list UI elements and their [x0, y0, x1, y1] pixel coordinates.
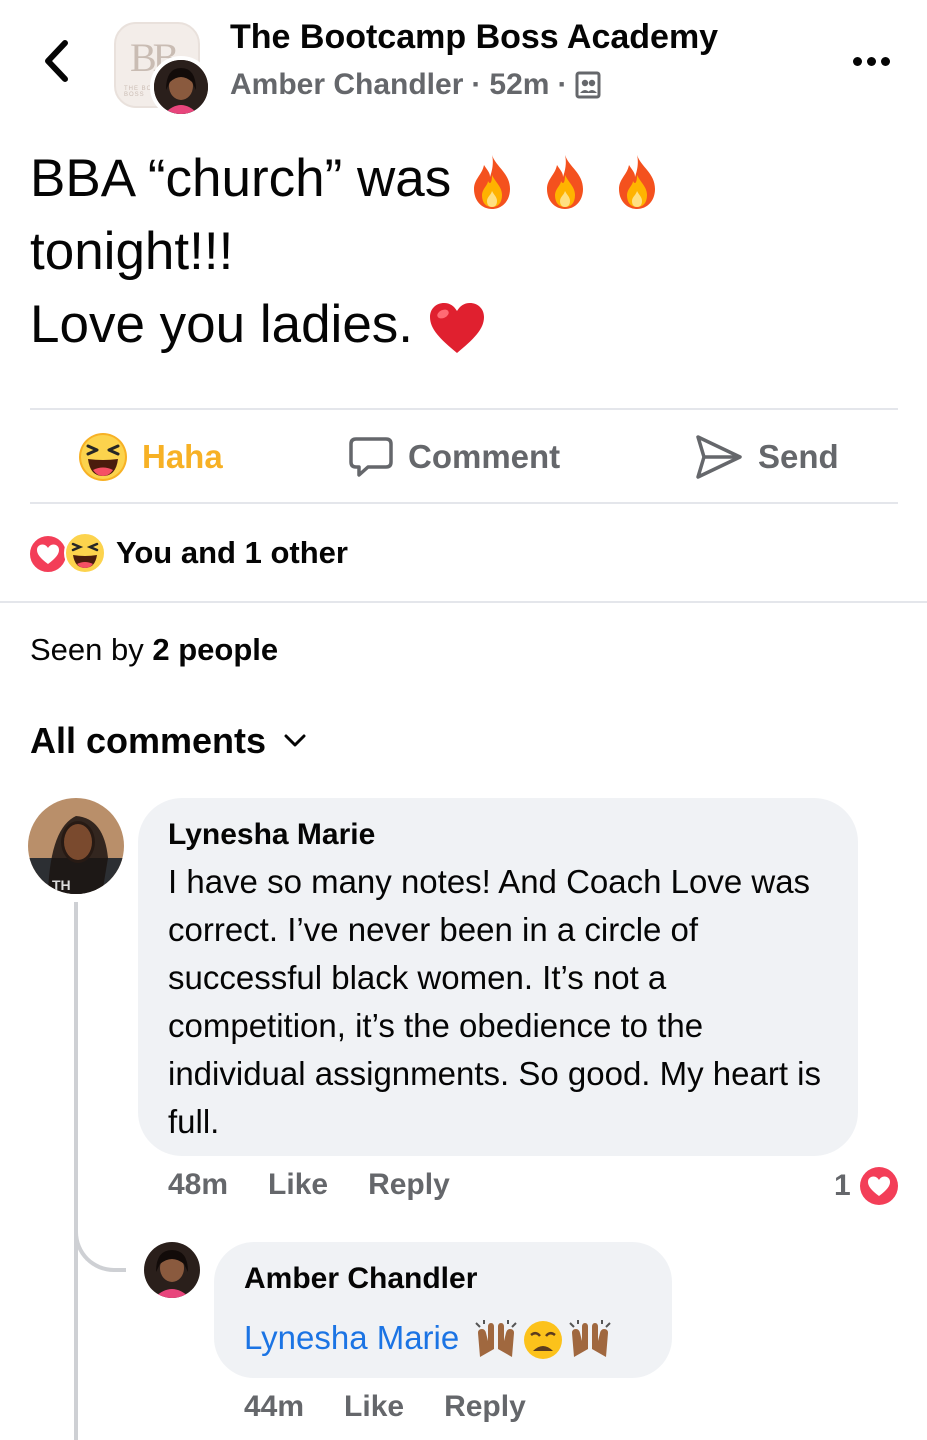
- post-line-3: Love you ladies.: [30, 288, 890, 361]
- fire-emoji: [619, 155, 656, 209]
- reactions-label: You and 1 other: [116, 535, 348, 570]
- reply-like-button[interactable]: Like: [344, 1390, 404, 1424]
- comment-icon: [349, 437, 393, 477]
- reply-author-avatar-image: [144, 1242, 200, 1298]
- reactions-summary[interactable]: You and 1 other: [28, 530, 348, 576]
- comment-time[interactable]: 48m: [168, 1168, 228, 1202]
- comments-sort-label: All comments: [30, 720, 267, 761]
- fire-emoji: [546, 155, 583, 209]
- seen-count: 2 people: [152, 632, 279, 667]
- author-name[interactable]: Amber Chandler: [230, 68, 463, 102]
- send-icon: [696, 435, 742, 479]
- haha-icon: [79, 433, 127, 481]
- author-avatar-image: [154, 60, 208, 114]
- comment-bubble[interactable]: Lynesha Marie I have so many notes! And …: [138, 798, 858, 1156]
- more-horizontal-icon: [852, 56, 862, 66]
- reply-emojis: [474, 1319, 612, 1361]
- love-reaction-icon: [859, 1167, 898, 1205]
- post-text-1: BBA “church” was: [30, 149, 466, 208]
- post-actions: Haha Comment Send: [0, 410, 927, 504]
- post-text-3: Love you ladies.: [30, 295, 428, 354]
- comment-meta: 48m Like Reply: [168, 1168, 450, 1202]
- back-button[interactable]: [34, 36, 78, 86]
- reaction-icons: [28, 532, 108, 574]
- reply-time[interactable]: 44m: [244, 1390, 304, 1424]
- comment-text: I have so many notes! And Coach Love was…: [168, 863, 822, 1140]
- comment-button[interactable]: Comment: [348, 410, 560, 504]
- reply-bubble[interactable]: Amber Chandler Lynesha Marie: [214, 1242, 672, 1378]
- more-dot: [880, 56, 890, 66]
- thread-line: [74, 902, 78, 1440]
- commenter-name[interactable]: Lynesha Marie: [168, 818, 375, 852]
- send-button[interactable]: Send: [694, 410, 839, 504]
- love-reaction-icon: [28, 534, 68, 574]
- more-dot: [866, 56, 876, 66]
- reply-reply-button[interactable]: Reply: [444, 1390, 526, 1424]
- post-line-2: tonight!!!: [30, 222, 234, 281]
- comment-like-button[interactable]: Like: [268, 1168, 328, 1202]
- comment-reply-button[interactable]: Reply: [368, 1168, 450, 1202]
- post-meta: Amber Chandler · 52m ·: [230, 68, 601, 102]
- reply-meta: 44m Like Reply: [244, 1390, 526, 1424]
- reply-author-name[interactable]: Amber Chandler: [244, 1262, 477, 1296]
- fire-emoji: [473, 155, 510, 209]
- reply-text: Lynesha Marie: [244, 1314, 612, 1362]
- seen-prefix: Seen by: [30, 632, 153, 667]
- mention-link[interactable]: Lynesha Marie: [244, 1319, 459, 1356]
- divider: [30, 502, 898, 504]
- author-avatar[interactable]: [150, 56, 212, 118]
- reply-author-avatar[interactable]: [144, 1242, 200, 1298]
- send-label: Send: [758, 438, 839, 475]
- svg-text:TH: TH: [52, 877, 71, 893]
- haha-reaction-button[interactable]: Haha: [78, 410, 223, 504]
- more-options-button[interactable]: [846, 46, 896, 76]
- meta-separator: ·: [557, 68, 568, 101]
- post-header: BB THE BOOTCAMP BOSS The Bootcamp Boss A…: [0, 0, 927, 130]
- post-time[interactable]: 52m: [489, 68, 549, 102]
- red-heart-emoji: [429, 303, 484, 353]
- meta-separator: ·: [471, 68, 482, 101]
- commenter-avatar[interactable]: TH: [28, 798, 124, 894]
- haha-reaction-icon: [64, 532, 106, 574]
- reaction-count-number: 1: [834, 1169, 851, 1202]
- group-audience-icon: [575, 71, 601, 99]
- reply-connector: [74, 1220, 126, 1272]
- chevron-down-icon: [284, 734, 306, 747]
- haha-label: Haha: [142, 438, 223, 475]
- post-line-1: BBA “church” was: [30, 142, 890, 215]
- raising-hands-emoji: [475, 1320, 518, 1358]
- comments-sort-dropdown[interactable]: All comments: [30, 720, 306, 762]
- raising-hands-emoji: [569, 1320, 612, 1358]
- post-body: BBA “church” was tonight!!! Love you lad…: [30, 142, 890, 361]
- comment-label: Comment: [408, 438, 561, 475]
- comment-reaction-count[interactable]: 1: [834, 1166, 899, 1206]
- weary-face-emoji: [524, 1321, 563, 1360]
- seen-by[interactable]: Seen by 2 people: [30, 632, 278, 668]
- group-name[interactable]: The Bootcamp Boss Academy: [230, 18, 718, 57]
- chevron-left-icon: [45, 40, 68, 82]
- commenter-avatar-image: TH: [28, 798, 124, 894]
- divider: [0, 601, 927, 603]
